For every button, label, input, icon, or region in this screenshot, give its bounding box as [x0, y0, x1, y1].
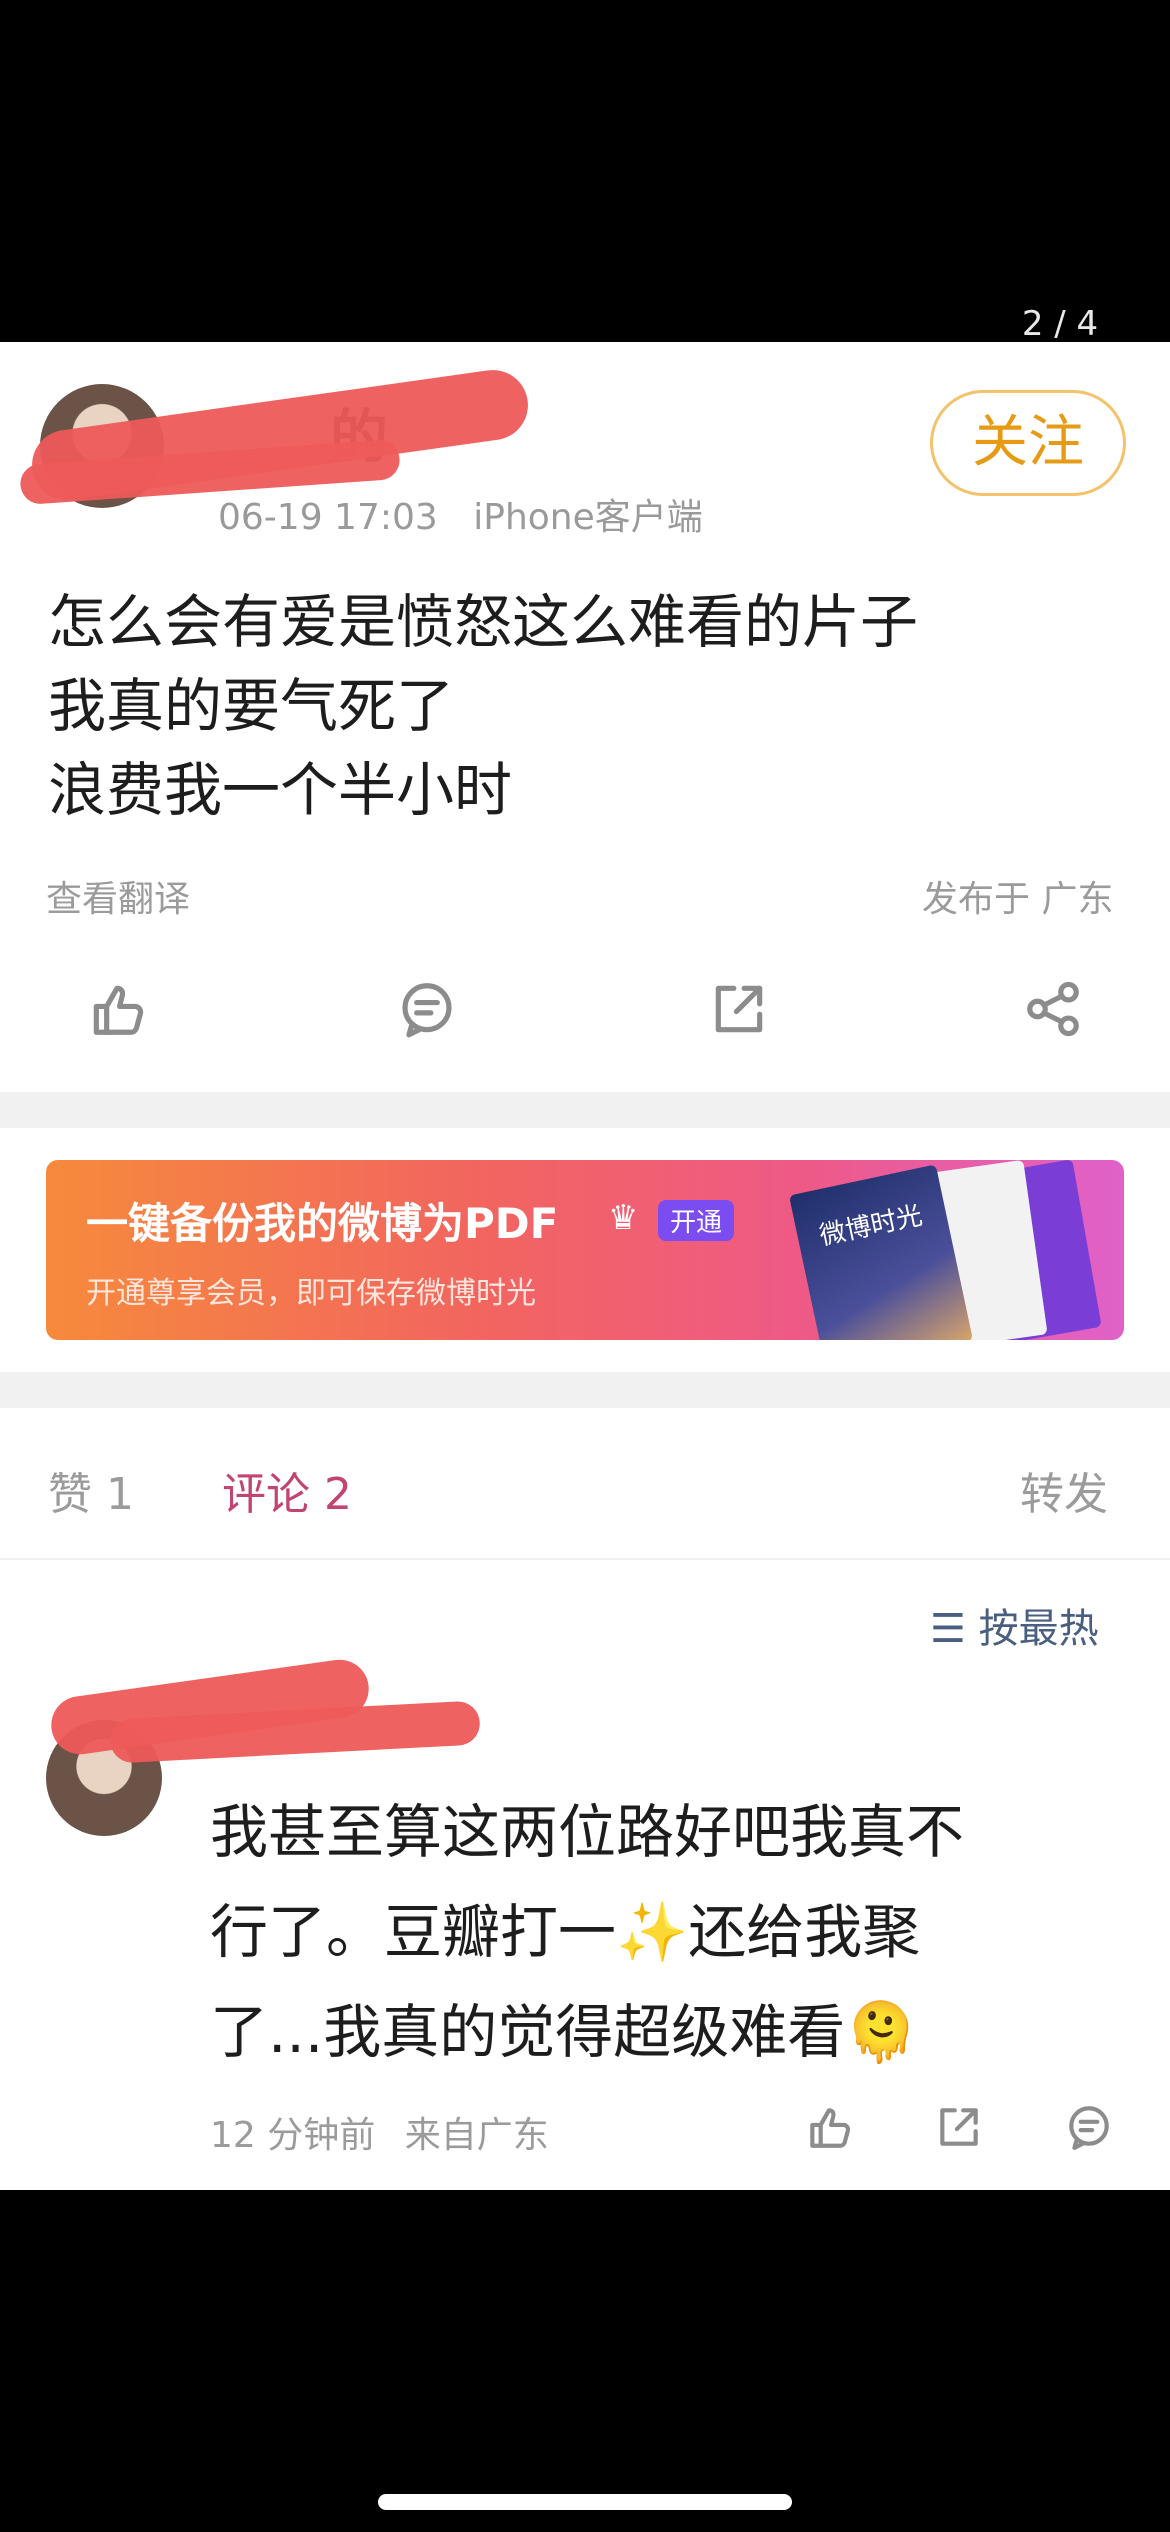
sort-hot-button[interactable]: ☰ 按最热	[930, 1596, 1099, 1654]
banner-subtitle: 开通尊享会员，即可保存微博时光	[86, 1276, 536, 1311]
comment-reply-icon[interactable]	[1064, 2102, 1114, 2156]
interaction-tabs: 赞 1 评论 2 转发	[0, 1408, 1170, 1558]
share-nodes-icon[interactable]	[1022, 978, 1084, 1044]
post-timestamp: 06-19 17:03	[218, 497, 438, 538]
image-page-counter: 2 / 4	[1021, 304, 1099, 344]
banner-title: 一键备份我的微博为PDF	[86, 1199, 559, 1248]
comment-text-line-3: 了...我真的觉得超级难看🫠	[210, 1998, 918, 2066]
book-title: 微博时光	[817, 1200, 926, 1252]
share-out-icon[interactable]	[708, 978, 770, 1044]
home-indicator[interactable]	[378, 2494, 792, 2510]
comment-share-icon[interactable]	[934, 2102, 984, 2156]
tab-likes[interactable]: 赞 1	[48, 1458, 134, 1522]
section-gap	[0, 1092, 1170, 1128]
tab-comments[interactable]: 评论 2	[222, 1458, 352, 1522]
pdf-backup-banner[interactable]: 一键备份我的微博为PDF ♛ 开通 开通尊享会员，即可保存微博时光 微博时光	[46, 1160, 1124, 1340]
comment-text-line-1: 我甚至算这两位路好吧我真不	[210, 1798, 965, 1866]
post-meta: 06-19 17:03 iPhone客户端	[218, 488, 703, 540]
comment-location: 来自广东	[404, 2115, 549, 2156]
sort-icon: ☰	[930, 1606, 966, 1652]
post-text-line-1: 怎么会有爱是愤怒这么难看的片子	[48, 588, 919, 656]
tab-reposts[interactable]: 转发	[1020, 1458, 1108, 1522]
sort-label: 按最热	[978, 1606, 1099, 1652]
comment-like-icon[interactable]	[804, 2102, 854, 2156]
like-icon[interactable]	[86, 978, 148, 1044]
comments-list: ☰ 按最热 我甚至算这两位路好吧我真不 行了。豆瓣打一✨还给我聚 了...我真的…	[0, 1560, 1170, 2190]
crown-icon: ♛	[608, 1198, 639, 1238]
post-text-line-2: 我真的要气死了	[48, 672, 455, 740]
post-location: 发布于 广东	[922, 879, 1114, 920]
comment-meta: 12 分钟前 来自广东	[210, 2106, 549, 2158]
post-source: iPhone客户端	[473, 497, 703, 538]
translate-link[interactable]: 查看翻译	[46, 870, 190, 922]
section-gap-2	[0, 1372, 1170, 1408]
vip-open-badge[interactable]: 开通	[658, 1200, 735, 1241]
follow-button[interactable]: 关注	[930, 390, 1126, 496]
post-card: 的 06-19 17:03 iPhone客户端 关注 怎么会有爱是愤怒这么难看的…	[0, 342, 1170, 1092]
banner-section: 一键备份我的微博为PDF ♛ 开通 开通尊享会员，即可保存微博时光 微博时光	[0, 1128, 1170, 1372]
comment-icon[interactable]	[396, 978, 458, 1044]
post-text-line-3: 浪费我一个半小时	[48, 756, 513, 824]
comment-text-line-2: 行了。豆瓣打一✨还给我聚	[210, 1898, 921, 1966]
comment-time: 12 分钟前	[210, 2115, 376, 2156]
